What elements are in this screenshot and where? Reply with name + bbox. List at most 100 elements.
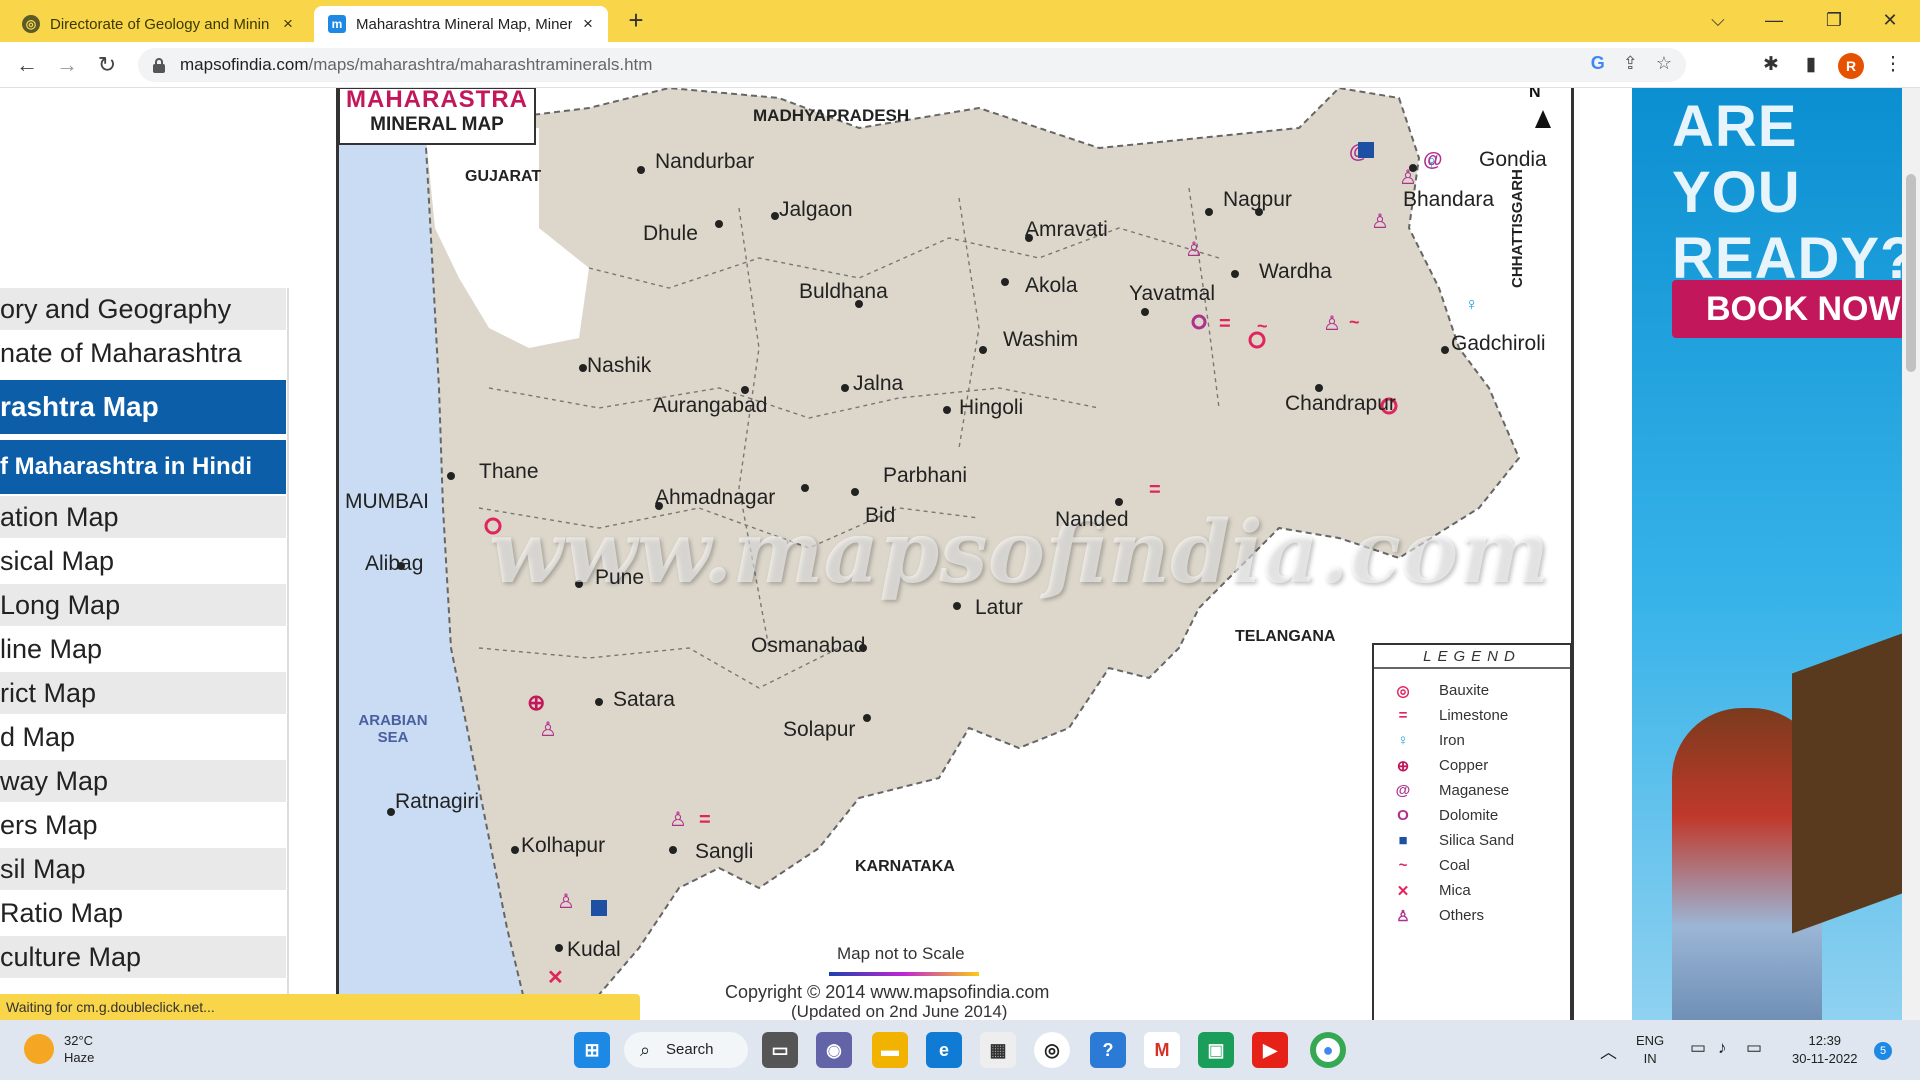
task-view-icon[interactable]: ▭ (762, 1032, 798, 1068)
city-marker (1141, 308, 1149, 316)
coal-icon: ~ (1257, 316, 1268, 336)
map-label-osmanabad: Osmanabad (751, 634, 866, 657)
silica-sand-icon: ■ (1398, 832, 1408, 849)
tab-mineral-map[interactable]: m Maharashtra Mineral Map, Miner × (314, 6, 608, 42)
weather-widget[interactable]: 32°C Haze (24, 1032, 94, 1066)
language-indicator[interactable]: ENG IN (1636, 1032, 1664, 1068)
city-marker (1315, 384, 1323, 392)
sidebar-item[interactable]: sical Map (0, 540, 286, 582)
coal-icon: ~ (1398, 857, 1408, 874)
updated-note: (Updated on 2nd June 2014) (791, 1002, 1008, 1020)
address-bar[interactable]: mapsofindia.com/maps/maharashtra/maharas… (138, 48, 1686, 82)
mineral-map: = = = ♀ ♀ ⊕ @ @ ~ ~ ✕ ♙ ♙ ♙ ♙ ♙ ♙ ♙ (336, 88, 1574, 1020)
scrollbar-thumb[interactable] (1906, 174, 1916, 372)
close-window-button[interactable]: ✕ (1862, 0, 1918, 40)
legend-label: Copper (1439, 757, 1489, 774)
map-label-wardha: Wardha (1259, 260, 1332, 283)
map-label-sea: ARABIAN SEA (358, 712, 428, 746)
page-scrollbar[interactable] (1902, 88, 1920, 1020)
legend-item: ~ Coal (1389, 853, 1569, 878)
copyright: Copyright © 2014 www.mapsofindia.com (725, 982, 1050, 1002)
sidebar-item[interactable]: rashtra Map (0, 380, 286, 434)
legend-item: O Dolomite (1389, 803, 1569, 828)
sidebar-nav: ory and Geography nate of Maharashtra rash… (0, 288, 288, 980)
limestone-icon: = (1149, 479, 1161, 501)
sidebar-item[interactable]: ers Map (0, 804, 286, 846)
others-icon: ♙ (539, 719, 557, 741)
profile-avatar[interactable]: R (1838, 53, 1864, 79)
edge-icon[interactable]: e (926, 1032, 962, 1068)
new-tab-button[interactable]: + (622, 6, 650, 34)
url-host: mapsofindia.com (180, 55, 309, 74)
maximize-button[interactable]: ❐ (1806, 0, 1862, 40)
city-marker (387, 808, 395, 816)
sidebar-item[interactable]: rict Map (0, 672, 286, 714)
map-label-telangana: TELANGANA (1235, 628, 1336, 645)
map-label-nagpur: Nagpur (1223, 188, 1292, 211)
classroom-icon[interactable]: ▣ (1198, 1032, 1234, 1068)
help-icon[interactable]: ? (1090, 1032, 1126, 1068)
network-icon[interactable]: ▭ (1690, 1038, 1706, 1058)
taskbar-search[interactable]: ⌕ Search (624, 1032, 748, 1068)
file-explorer-icon[interactable]: ▬ (872, 1032, 908, 1068)
sidebar-item[interactable]: sil Map (0, 848, 286, 890)
sidebar-item[interactable]: line Map (0, 628, 286, 670)
bookmark-star-icon[interactable]: ☆ (1656, 53, 1672, 74)
others-icon: ♙ (669, 809, 687, 831)
scale-bar (829, 972, 979, 976)
ad-banner[interactable]: ARE YOU READY? BOOK NOW (1632, 88, 1902, 1020)
book-now-button[interactable]: BOOK NOW (1672, 280, 1902, 338)
clock[interactable]: 12:39 30-11-2022 (1792, 1032, 1858, 1068)
show-hidden-icons[interactable]: ︿ (1600, 1038, 1617, 1063)
map-label-nanded: Nanded (1055, 508, 1129, 531)
reload-button[interactable]: ↻ (92, 50, 122, 80)
city-marker (741, 386, 749, 394)
legend-item: ◎ Bauxite (1389, 678, 1569, 703)
silica-sand-icon (1358, 142, 1374, 158)
sidebar-item[interactable]: culture Map (0, 936, 286, 978)
notification-badge[interactable]: 5 (1874, 1042, 1892, 1060)
windows-taskbar: 32°C Haze ⊞ ⌕ Search ▭ ◉ ▬ e ▦ ◎ ? M ▣ ▶ … (0, 1020, 1920, 1080)
extensions-icon[interactable]: ✱ (1758, 52, 1784, 78)
start-button[interactable]: ⊞ (574, 1032, 610, 1068)
teams-icon[interactable]: ◉ (816, 1032, 852, 1068)
city-marker (943, 406, 951, 414)
tab-title: Directorate of Geology and Minin (50, 15, 270, 33)
side-panel-icon[interactable]: ▮ (1798, 52, 1824, 78)
city-marker (841, 384, 849, 392)
close-icon[interactable]: × (278, 14, 298, 34)
globe-icon: ◎ (22, 15, 40, 33)
sidebar-item[interactable]: d Map (0, 716, 286, 758)
store-icon[interactable]: ▦ (980, 1032, 1016, 1068)
menu-kebab-icon[interactable]: ⋮ (1880, 52, 1906, 78)
tab-strip: ◎ Directorate of Geology and Minin × m M… (0, 0, 1920, 42)
city-marker (715, 220, 723, 228)
volume-icon[interactable]: ♪ (1718, 1038, 1727, 1058)
google-icon[interactable]: G (1591, 53, 1605, 74)
forward-button[interactable]: → (52, 50, 82, 80)
gmail-icon[interactable]: M (1144, 1032, 1180, 1068)
chatgpt-icon[interactable]: ◎ (1034, 1032, 1070, 1068)
tab-directorate[interactable]: ◎ Directorate of Geology and Minin × (8, 6, 308, 42)
close-icon[interactable]: × (578, 14, 598, 34)
sidebar-item[interactable]: nate of Maharashtra (0, 332, 286, 374)
browser-toolbar: ← → ↻ mapsofindia.com/maps/maharashtra/m… (0, 42, 1920, 88)
tab-search-button[interactable]: ⌵ (1690, 0, 1746, 40)
youtube-icon[interactable]: ▶ (1252, 1032, 1288, 1068)
lock-icon (153, 58, 165, 73)
legend-title: LEGEND (1423, 648, 1521, 665)
chrome-icon[interactable]: ● (1310, 1032, 1346, 1068)
sidebar-item[interactable]: ory and Geography (0, 288, 286, 330)
back-button[interactable]: ← (12, 50, 42, 80)
battery-icon[interactable]: ▭ (1746, 1038, 1762, 1058)
limestone-icon: = (699, 809, 711, 831)
sidebar-item[interactable]: f Maharashtra in Hindi (0, 440, 286, 494)
sidebar-item[interactable]: ation Map (0, 496, 286, 538)
sidebar-item[interactable]: way Map (0, 760, 286, 802)
sidebar-item[interactable]: Long Map (0, 584, 286, 626)
minimize-button[interactable]: — (1746, 0, 1802, 40)
share-icon[interactable]: ⇪ (1623, 53, 1638, 74)
others-icon: ♙ (1399, 167, 1417, 189)
legend-label: Dolomite (1439, 807, 1499, 824)
sidebar-item[interactable]: Ratio Map (0, 892, 286, 934)
